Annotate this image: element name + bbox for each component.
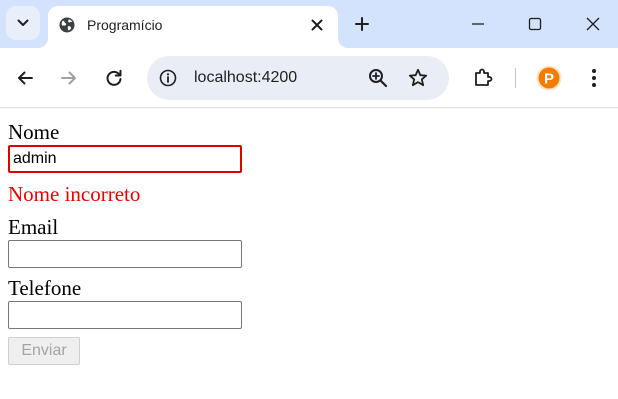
menu-icon bbox=[592, 69, 596, 87]
reload-icon bbox=[106, 69, 122, 86]
zoom-button[interactable] bbox=[367, 67, 389, 89]
plus-icon bbox=[355, 17, 369, 31]
profile-avatar-icon: P bbox=[536, 65, 562, 91]
chevron-down-icon bbox=[17, 19, 29, 26]
window-close-button[interactable] bbox=[580, 11, 606, 37]
browser-window: Programício localhost:4200 P Nome admin … bbox=[0, 0, 618, 399]
forward-arrow-icon bbox=[61, 71, 76, 85]
site-info-icon bbox=[159, 69, 177, 87]
back-arrow-icon bbox=[18, 71, 33, 85]
bookmark-star-icon bbox=[408, 68, 428, 87]
email-field[interactable] bbox=[8, 240, 242, 268]
url-text[interactable]: localhost:4200 bbox=[194, 68, 297, 88]
new-tab-button[interactable] bbox=[350, 12, 374, 36]
zoom-icon bbox=[369, 69, 388, 88]
email-label: Email bbox=[8, 215, 59, 239]
back-button[interactable] bbox=[12, 65, 38, 91]
menu-button[interactable] bbox=[581, 65, 607, 91]
tab-title: Programício bbox=[87, 17, 163, 33]
maximize-icon bbox=[528, 17, 542, 31]
minimize-icon bbox=[472, 23, 484, 25]
close-icon bbox=[586, 17, 600, 31]
globe-icon bbox=[59, 17, 75, 33]
forward-button[interactable] bbox=[56, 65, 82, 91]
browser-tab-active[interactable]: Programício bbox=[48, 6, 338, 48]
phone-label: Telefone bbox=[8, 276, 82, 300]
browser-toolbar: localhost:4200 P bbox=[0, 48, 618, 108]
minimize-button[interactable] bbox=[465, 11, 491, 37]
profile-button[interactable]: P bbox=[536, 65, 562, 91]
site-info-button[interactable] bbox=[158, 68, 178, 88]
tab-search-button[interactable] bbox=[6, 6, 40, 40]
submit-button[interactable]: Enviar bbox=[8, 337, 80, 365]
extensions-icon bbox=[475, 68, 493, 86]
tab-close-button[interactable] bbox=[307, 15, 327, 35]
extensions-button[interactable] bbox=[470, 65, 496, 91]
tab-strip: Programício bbox=[0, 0, 618, 48]
name-field[interactable] bbox=[8, 145, 242, 173]
bookmark-button[interactable] bbox=[407, 67, 429, 89]
reload-button[interactable] bbox=[101, 65, 127, 91]
toolbar-divider bbox=[515, 68, 516, 88]
close-icon bbox=[311, 19, 323, 31]
name-error-message: Nome incorreto bbox=[8, 182, 141, 206]
address-bar[interactable]: localhost:4200 bbox=[147, 56, 449, 100]
page-content: Nome Nome incorreto Email Telefone Envia… bbox=[0, 108, 618, 399]
phone-field[interactable] bbox=[8, 301, 242, 329]
maximize-button[interactable] bbox=[522, 11, 548, 37]
name-label: Nome bbox=[8, 120, 60, 144]
profile-initial: P bbox=[544, 71, 554, 88]
